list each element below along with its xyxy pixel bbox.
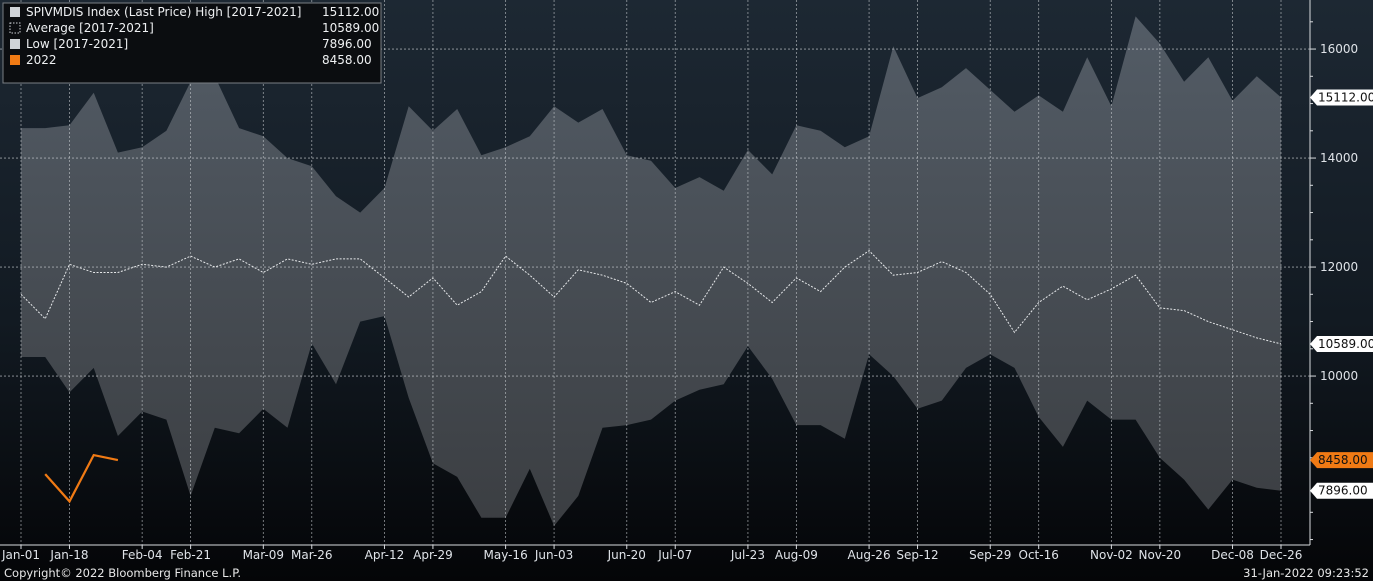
y-tick-label: 14000 bbox=[1320, 151, 1358, 165]
legend-value: 15112.00 bbox=[322, 5, 379, 19]
x-tick-label: Sep-12 bbox=[896, 548, 938, 562]
x-tick-label: Jun-03 bbox=[534, 548, 573, 562]
timestamp-text: 31-Jan-2022 09:23:52 bbox=[1243, 566, 1369, 580]
legend-value: 10589.00 bbox=[322, 21, 379, 35]
legend-label: Average [2017-2021] bbox=[26, 21, 154, 35]
chart-container: Jan-01 Jan-18 Feb-04 Feb-21 Mar-09 Mar-26 Apr-… bbox=[0, 0, 1373, 581]
x-tick-label: Dec-26 bbox=[1260, 548, 1303, 562]
x-tick-label: Apr-12 bbox=[365, 548, 405, 562]
x-tick-label: Dec-08 bbox=[1211, 548, 1254, 562]
x-tick-label: Jan-01 bbox=[1, 548, 40, 562]
x-tick-label: Apr-29 bbox=[413, 548, 453, 562]
high-low-band-area bbox=[21, 16, 1281, 526]
x-tick-label: Aug-09 bbox=[775, 548, 818, 562]
last-value-tag-label: 10589.00 bbox=[1318, 337, 1373, 351]
legend-label: SPIVMDIS Index (Last Price) High [2017-2… bbox=[26, 5, 301, 19]
x-tick-label: Aug-26 bbox=[848, 548, 891, 562]
copyright-text: Copyright© 2022 Bloomberg Finance L.P. bbox=[4, 566, 241, 580]
last-value-tag-label: 8458.00 bbox=[1318, 453, 1368, 467]
x-tick-label: Nov-20 bbox=[1138, 548, 1181, 562]
x-tick-label: Feb-04 bbox=[122, 548, 163, 562]
x-tick-label: Mar-26 bbox=[291, 548, 332, 562]
legend-value: 8458.00 bbox=[322, 53, 372, 67]
legend-marker bbox=[10, 39, 20, 49]
x-tick-label: Jul-07 bbox=[657, 548, 692, 562]
x-tick-label: Nov-02 bbox=[1090, 548, 1133, 562]
y-tick-label: 10000 bbox=[1320, 369, 1358, 383]
last-value-tag-label: 15112.00 bbox=[1318, 90, 1373, 104]
y-tick-label: 16000 bbox=[1320, 42, 1358, 56]
legend-value: 7896.00 bbox=[322, 37, 372, 51]
x-tick-label: Mar-09 bbox=[243, 548, 284, 562]
x-tick-label: May-16 bbox=[484, 548, 528, 562]
x-tick-label: Jan-18 bbox=[49, 548, 88, 562]
y-tick-label: 12000 bbox=[1320, 260, 1358, 274]
x-tick-label: Jun-20 bbox=[607, 548, 646, 562]
legend-marker bbox=[10, 55, 20, 65]
2022-series-line bbox=[44, 453, 119, 504]
legend-label: Low [2017-2021] bbox=[26, 37, 128, 51]
legend-marker bbox=[10, 7, 20, 17]
x-tick-label: Sep-29 bbox=[969, 548, 1011, 562]
chart-svg: Jan-01 Jan-18 Feb-04 Feb-21 Mar-09 Mar-26 Apr-… bbox=[0, 0, 1373, 580]
last-value-tag-label: 7896.00 bbox=[1318, 484, 1368, 498]
x-tick-label: Feb-21 bbox=[170, 548, 211, 562]
legend-label: 2022 bbox=[26, 53, 57, 67]
x-tick-label: Oct-16 bbox=[1019, 548, 1059, 562]
x-tick-label: Jul-23 bbox=[730, 548, 765, 562]
